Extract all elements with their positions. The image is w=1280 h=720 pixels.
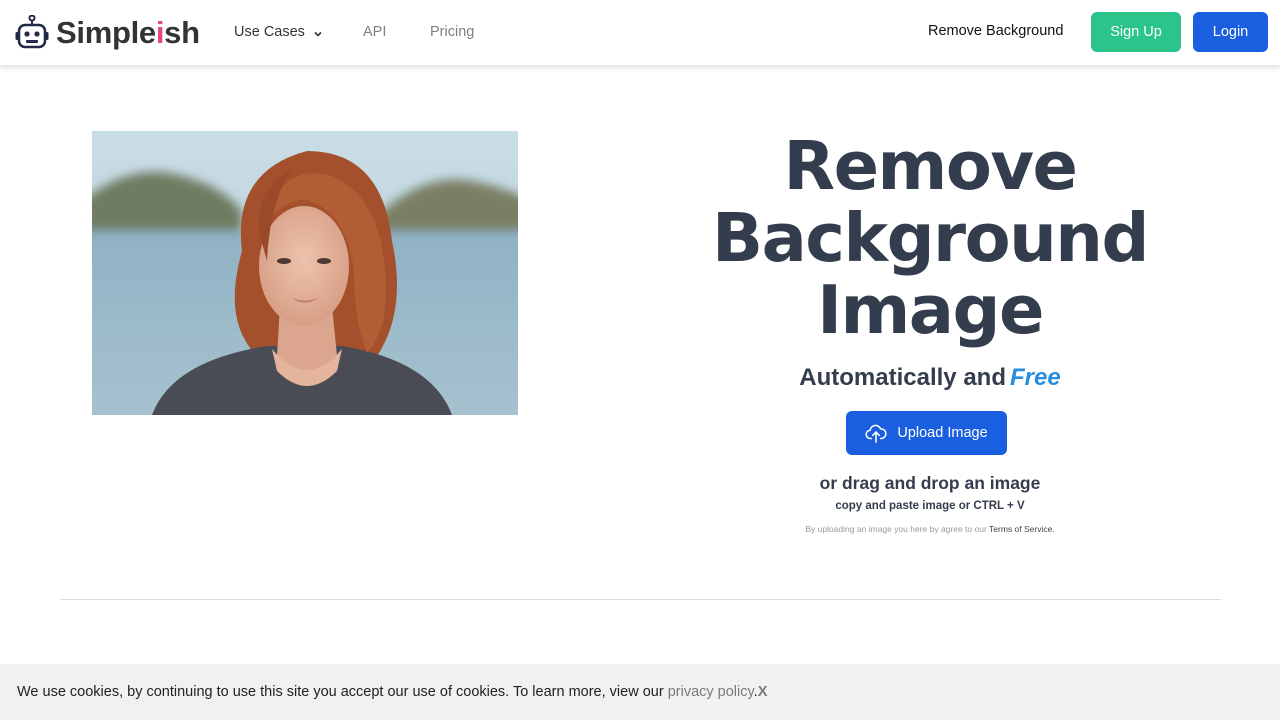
hero-title: Remove Background Image [712,127,1149,349]
drag-drop-text: or drag and drop an image [819,473,1041,493]
nav-use-cases[interactable]: Use Cases [234,24,323,40]
terms-note: By uploading an image you here by agree … [700,524,1160,534]
cloud-upload-icon [865,422,887,444]
terms-of-service-link[interactable]: Terms of Service. [989,524,1055,534]
hero-sample-image [92,131,518,415]
upload-image-label: Upload Image [897,425,988,441]
cookie-close-button[interactable]: X [758,684,768,700]
terms-prefix: By uploading an image you here by agree … [805,524,987,534]
site-header: Simpleish Use Cases API Pricing Remove B… [0,0,1280,66]
nav-pricing[interactable]: Pricing [430,24,474,40]
hero-subtitle-text: Automatically and [799,364,1006,391]
logo[interactable]: Simpleish [15,13,200,53]
hero-subtitle-highlight: Free [1010,364,1061,391]
hero-subtitle: Automatically and Free [700,364,1160,392]
signup-button[interactable]: Sign Up [1091,12,1181,52]
cookie-banner: We use cookies, by continuing to use thi… [0,664,1280,720]
chevron-down-icon [313,27,323,37]
paste-hint: copy and paste image or CTRL + V [835,500,1025,512]
robot-icon [15,14,49,51]
nav-use-cases-label: Use Cases [234,24,305,40]
cookie-message: We use cookies, by continuing to use thi… [17,684,767,700]
cookie-text: We use cookies, by continuing to use thi… [17,684,664,700]
logo-text: Simpleish [56,15,200,50]
privacy-policy-link[interactable]: privacy policy [668,684,754,700]
section-divider [60,599,1221,600]
login-button[interactable]: Login [1193,12,1268,52]
upload-image-button[interactable]: Upload Image [846,411,1007,455]
nav-api[interactable]: API [363,24,386,40]
nav-remove-background[interactable]: Remove Background [928,23,1063,39]
